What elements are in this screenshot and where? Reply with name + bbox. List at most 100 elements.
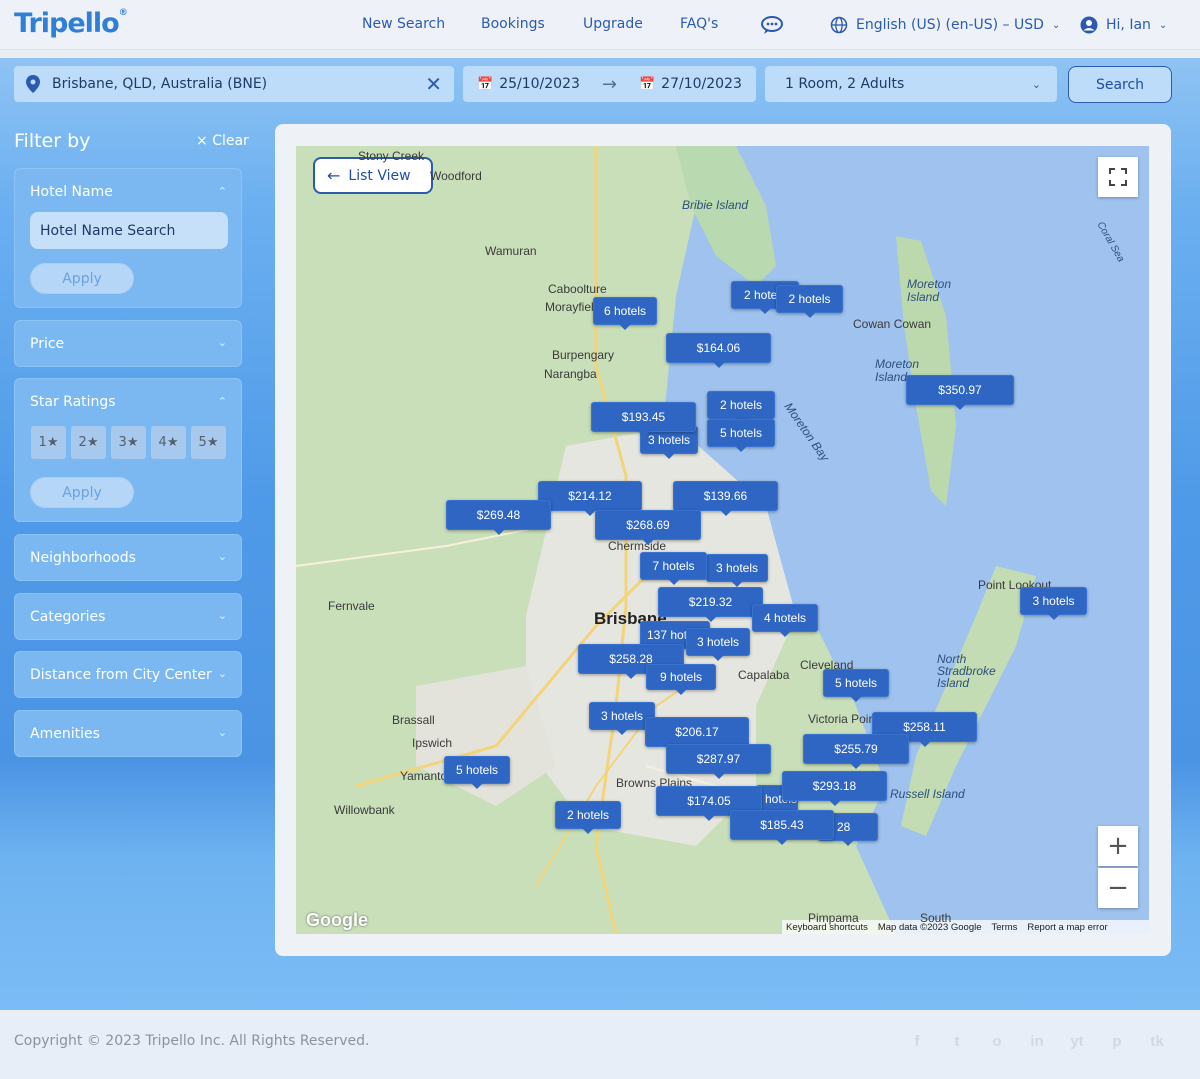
chevron-up-icon[interactable]: ⌃ (218, 395, 227, 408)
hotel-cluster-marker[interactable]: 3 hotels (686, 628, 750, 661)
price-filter[interactable]: Price ⌄ (14, 320, 242, 367)
place-label: North Stradbroke Island (937, 652, 996, 690)
place-label: Stony Creek (358, 149, 425, 163)
star-icon: ★ (126, 435, 139, 450)
star-3-button[interactable]: 3 ★ (111, 426, 146, 459)
rooms-guests-select[interactable]: 1 Room, 2 Adults ⌄ (765, 66, 1057, 102)
place-label: Fernvale (328, 599, 375, 613)
place-label: Caboolture (548, 282, 607, 296)
amenities-filter[interactable]: Amenities ⌄ (14, 710, 242, 757)
logo-trademark: ® (118, 8, 128, 18)
hotel-price-marker[interactable]: $219.32 (658, 587, 763, 622)
hotel-cluster-marker[interactable]: 5 hotels (823, 669, 889, 702)
neighborhoods-filter[interactable]: Neighborhoods ⌄ (14, 534, 242, 581)
star-4-button[interactable]: 4 ★ (151, 426, 186, 459)
chevron-down-icon: ⌄ (1051, 19, 1061, 31)
chat-icon[interactable] (760, 14, 784, 36)
clear-label: Clear (212, 133, 249, 149)
hotel-cluster-marker[interactable]: 5 hotels (707, 419, 775, 452)
star-ratings-filter: Star Ratings ⌃ 1 ★ 2 ★ 3 ★ 4 ★ 5 ★ Apply (14, 378, 242, 522)
hotel-price-marker[interactable]: $164.06 (666, 333, 771, 368)
pinterest-icon[interactable]: p (1106, 1031, 1128, 1051)
nav-upgrade[interactable]: Upgrade (583, 16, 643, 32)
calendar-icon: 📅 (477, 76, 494, 92)
date-range-field[interactable]: 📅 25/10/2023 → 📅 27/10/2023 (463, 66, 756, 102)
fullscreen-button[interactable] (1098, 157, 1138, 197)
youtube-icon[interactable]: yt (1066, 1031, 1088, 1051)
nav-bookings[interactable]: Bookings (481, 16, 545, 32)
tiktok-icon[interactable]: tk (1146, 1031, 1168, 1051)
clear-filters-button[interactable]: × Clear (196, 133, 249, 149)
hotel-price-marker[interactable]: $206.17 (645, 717, 749, 752)
language-selector[interactable]: English (US) (en-US) – USD ⌄ (830, 16, 1060, 34)
zoom-out-button[interactable]: − (1098, 868, 1138, 908)
location-value: Brisbane, QLD, Australia (BNE) (52, 76, 268, 92)
place-label: Brassall (392, 713, 435, 727)
place-label: Victoria Point (808, 712, 879, 726)
facebook-icon[interactable]: f (906, 1031, 928, 1051)
hotel-cluster-marker[interactable]: 7 hotels (640, 552, 707, 585)
chevron-up-icon[interactable]: ⌃ (218, 185, 227, 198)
star-ratings-label[interactable]: Star Ratings (30, 394, 116, 410)
hotel-price-marker[interactable]: $193.45 (591, 402, 696, 437)
hotel-price-marker[interactable]: $293.18 (782, 771, 887, 806)
location-field[interactable]: Brisbane, QLD, Australia (BNE) ✕ (14, 66, 454, 102)
hotel-price-marker[interactable]: $185.43 (730, 810, 834, 845)
star-icon: ★ (166, 435, 179, 450)
hotel-cluster-marker[interactable]: 2 hotels (776, 285, 843, 318)
star-2-button[interactable]: 2 ★ (71, 426, 106, 459)
terms-link[interactable]: Terms (992, 922, 1018, 933)
hotel-cluster-marker[interactable]: 5 hotels (444, 756, 510, 789)
hotel-cluster-marker[interactable]: 4 hotels (752, 604, 818, 637)
star-count: 3 (118, 435, 127, 450)
star-icon: ★ (86, 435, 99, 450)
hotel-price-marker[interactable]: $350.97 (906, 375, 1014, 410)
arrow-left-icon: ← (327, 166, 341, 185)
star-5-button[interactable]: 5 ★ (191, 426, 226, 459)
check-out-date[interactable]: 27/10/2023 (661, 76, 742, 92)
hotel-cluster-marker[interactable]: 2 hotels (707, 391, 775, 424)
twitter-icon[interactable]: t (946, 1031, 968, 1051)
distance-filter[interactable]: Distance from City Center ⌄ (14, 651, 242, 698)
clear-location-icon[interactable]: ✕ (425, 72, 442, 96)
nav-new-search[interactable]: New Search (362, 16, 445, 32)
hotel-cluster-marker[interactable]: 6 hotels (593, 297, 657, 330)
hotel-price-marker[interactable]: $269.48 (446, 500, 551, 535)
search-button[interactable]: Search (1068, 66, 1172, 103)
nav-faqs[interactable]: FAQ's (680, 16, 718, 32)
hotel-price-marker[interactable]: $214.12 (538, 481, 642, 516)
instagram-icon[interactable]: o (986, 1031, 1008, 1051)
place-label: Bribie Island (682, 198, 749, 212)
top-navbar: Tripello® New Search Bookings Upgrade FA… (0, 0, 1200, 50)
rooms-guests-value: 1 Room, 2 Adults (785, 76, 905, 92)
categories-filter[interactable]: Categories ⌄ (14, 593, 242, 640)
language-label: English (US) (en-US) – USD (856, 17, 1044, 33)
hotel-cluster-marker[interactable]: 3 hotels (706, 554, 768, 587)
star-ratings-apply-button[interactable]: Apply (30, 477, 134, 508)
place-label: Moreton Island (907, 277, 952, 304)
place-label: Woodford (430, 169, 482, 183)
linkedin-icon[interactable]: in (1026, 1031, 1048, 1051)
place-label: South (920, 911, 952, 925)
hotel-cluster-marker[interactable]: 2 hotels (555, 801, 621, 834)
zoom-in-button[interactable]: + (1098, 826, 1138, 866)
place-label: Narangba (544, 367, 597, 381)
tripello-logo[interactable]: Tripello® (14, 8, 128, 39)
hotel-price-marker[interactable]: $255.79 (803, 734, 909, 769)
check-in-date[interactable]: 25/10/2023 (499, 76, 580, 92)
hotel-name-label[interactable]: Hotel Name (30, 184, 113, 200)
user-menu[interactable]: Hi, Ian ⌄ (1080, 16, 1167, 34)
place-label: Pimpama (808, 911, 859, 925)
report-error-link[interactable]: Report a map error (1027, 922, 1107, 933)
hotel-price-marker[interactable]: $268.69 (595, 510, 701, 545)
star-count: 4 (158, 435, 167, 450)
hotel-price-marker[interactable]: $139.66 (673, 481, 778, 516)
place-label: Capalaba (738, 668, 790, 682)
hotel-price-marker[interactable]: $287.97 (666, 744, 771, 779)
hotel-cluster-marker[interactable]: 9 hotels (646, 664, 716, 695)
hotel-cluster-marker[interactable]: 3 hotels (1020, 587, 1087, 620)
hotel-name-input[interactable]: Hotel Name Search (30, 212, 228, 249)
chevron-down-icon: ⌄ (217, 726, 227, 739)
star-1-button[interactable]: 1 ★ (31, 426, 66, 459)
hotel-name-apply-button[interactable]: Apply (30, 263, 134, 294)
